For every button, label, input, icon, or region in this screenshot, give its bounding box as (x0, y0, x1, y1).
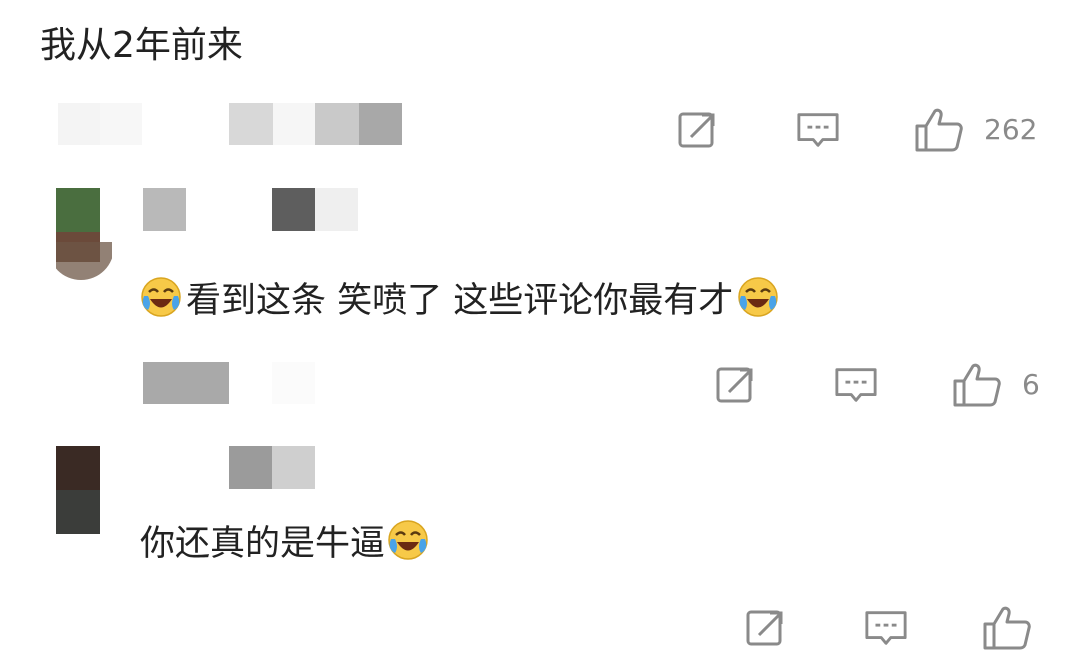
reply-button[interactable] (744, 606, 788, 650)
comment-3-text: 你还真的是牛逼 (140, 515, 429, 565)
thumbs-up-icon (953, 363, 1001, 407)
like-count: 6 (1022, 368, 1040, 401)
comment-2-text: 看到这条 笑喷了 这些评论你最有才 (140, 272, 779, 322)
like-button[interactable] (980, 606, 1034, 650)
avatar[interactable] (56, 446, 112, 534)
reply-button[interactable] (714, 363, 758, 407)
comment-2-body: 看到这条 笑喷了 这些评论你最有才 (186, 280, 734, 321)
like-count: 262 (984, 113, 1038, 146)
comment-icon (865, 611, 907, 645)
comment-2-action-bar: 6 (714, 363, 1056, 407)
comment-1-text: 我从2年前来 (40, 14, 243, 70)
comment-1-body: 我从2年前来 (40, 25, 243, 66)
comment-button[interactable] (864, 606, 908, 650)
reply-icon (746, 610, 783, 646)
like-button[interactable] (912, 108, 966, 152)
avatar[interactable] (56, 188, 112, 280)
reply-icon (716, 367, 753, 403)
reply-button[interactable] (676, 108, 720, 152)
comment-1-action-bar: 262 (676, 108, 1056, 152)
thumbs-up-icon (915, 108, 963, 152)
comment-3-action-bar (744, 606, 1056, 650)
comment-button[interactable] (834, 363, 878, 407)
crying-laughing-emoji-icon (738, 277, 779, 317)
comment-3-body: 你还真的是牛逼 (140, 523, 386, 564)
crying-laughing-emoji-icon (141, 277, 181, 317)
reply-icon (678, 112, 715, 148)
crying-laughing-emoji-icon (388, 520, 428, 560)
thumbs-up-icon (983, 606, 1031, 650)
comment-icon (797, 113, 839, 147)
comment-icon (835, 368, 877, 402)
comment-button[interactable] (796, 108, 840, 152)
like-button[interactable] (950, 363, 1004, 407)
